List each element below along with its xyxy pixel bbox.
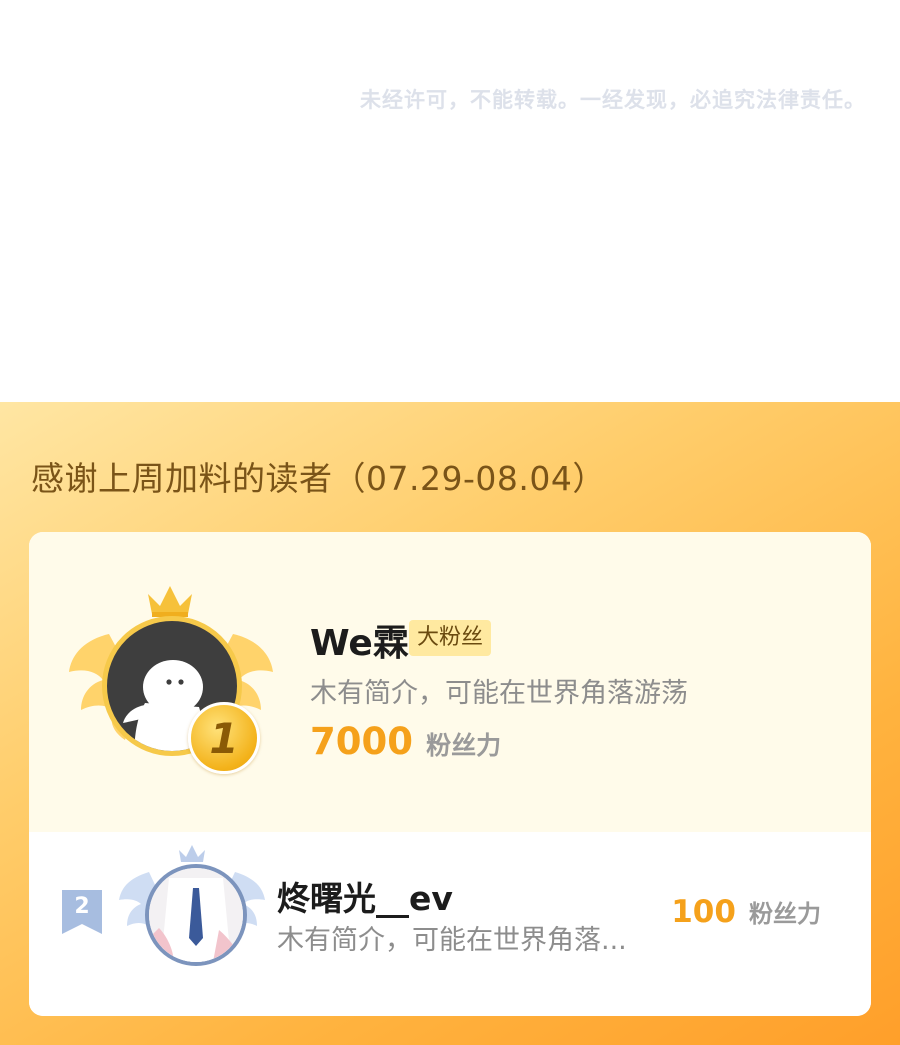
copyright-notice: 未经许可，不能转载。一经发现，必追究法律责任。 [360,88,866,112]
crown-icon [148,586,192,617]
leaderboard-entry-1[interactable]: 1 We霖 大粉丝 木有简介，可能在世界角落游荡 7000 粉丝力 [29,532,871,832]
avatar[interactable] [145,864,247,966]
fan-power-label: 粉丝力 [749,900,821,928]
reader-bio: 木有简介，可能在世界角落游荡 [310,678,688,709]
rank-number: 2 [74,894,90,919]
leaderboard-card: 1 We霖 大粉丝 木有简介，可能在世界角落游荡 7000 粉丝力 2 炵曙光_… [29,532,871,1016]
fan-power: 100 粉丝力 [671,894,821,930]
rank-2-ribbon: 2 [60,888,104,936]
fan-power-value: 7000 [310,720,413,763]
reader-name[interactable]: 炵曙光__ev [277,872,453,920]
reader-bio: 木有简介，可能在世界角落... [277,925,627,956]
fan-power-value: 100 [671,894,736,930]
rank-number: 1 [209,713,239,763]
panel-title: 感谢上周加料的读者（07.29-08.04） [31,459,606,498]
rank-1-medal: 1 [188,702,260,774]
reader-name[interactable]: We霖 [310,614,409,666]
fan-badge: 大粉丝 [409,620,492,656]
fan-power-label: 粉丝力 [426,731,502,760]
fan-power: 7000 粉丝力 [310,720,501,763]
leaderboard-entry-2[interactable]: 2 炵曙光__ev 木有简介，可能在世界角落... 100 粉丝力 [29,832,871,1016]
crown-icon [179,845,205,862]
user-photo-icon [149,868,243,962]
reader-thanks-panel: 感谢上周加料的读者（07.29-08.04） 1 We霖 大粉丝 木有简介，可能… [0,402,900,1045]
